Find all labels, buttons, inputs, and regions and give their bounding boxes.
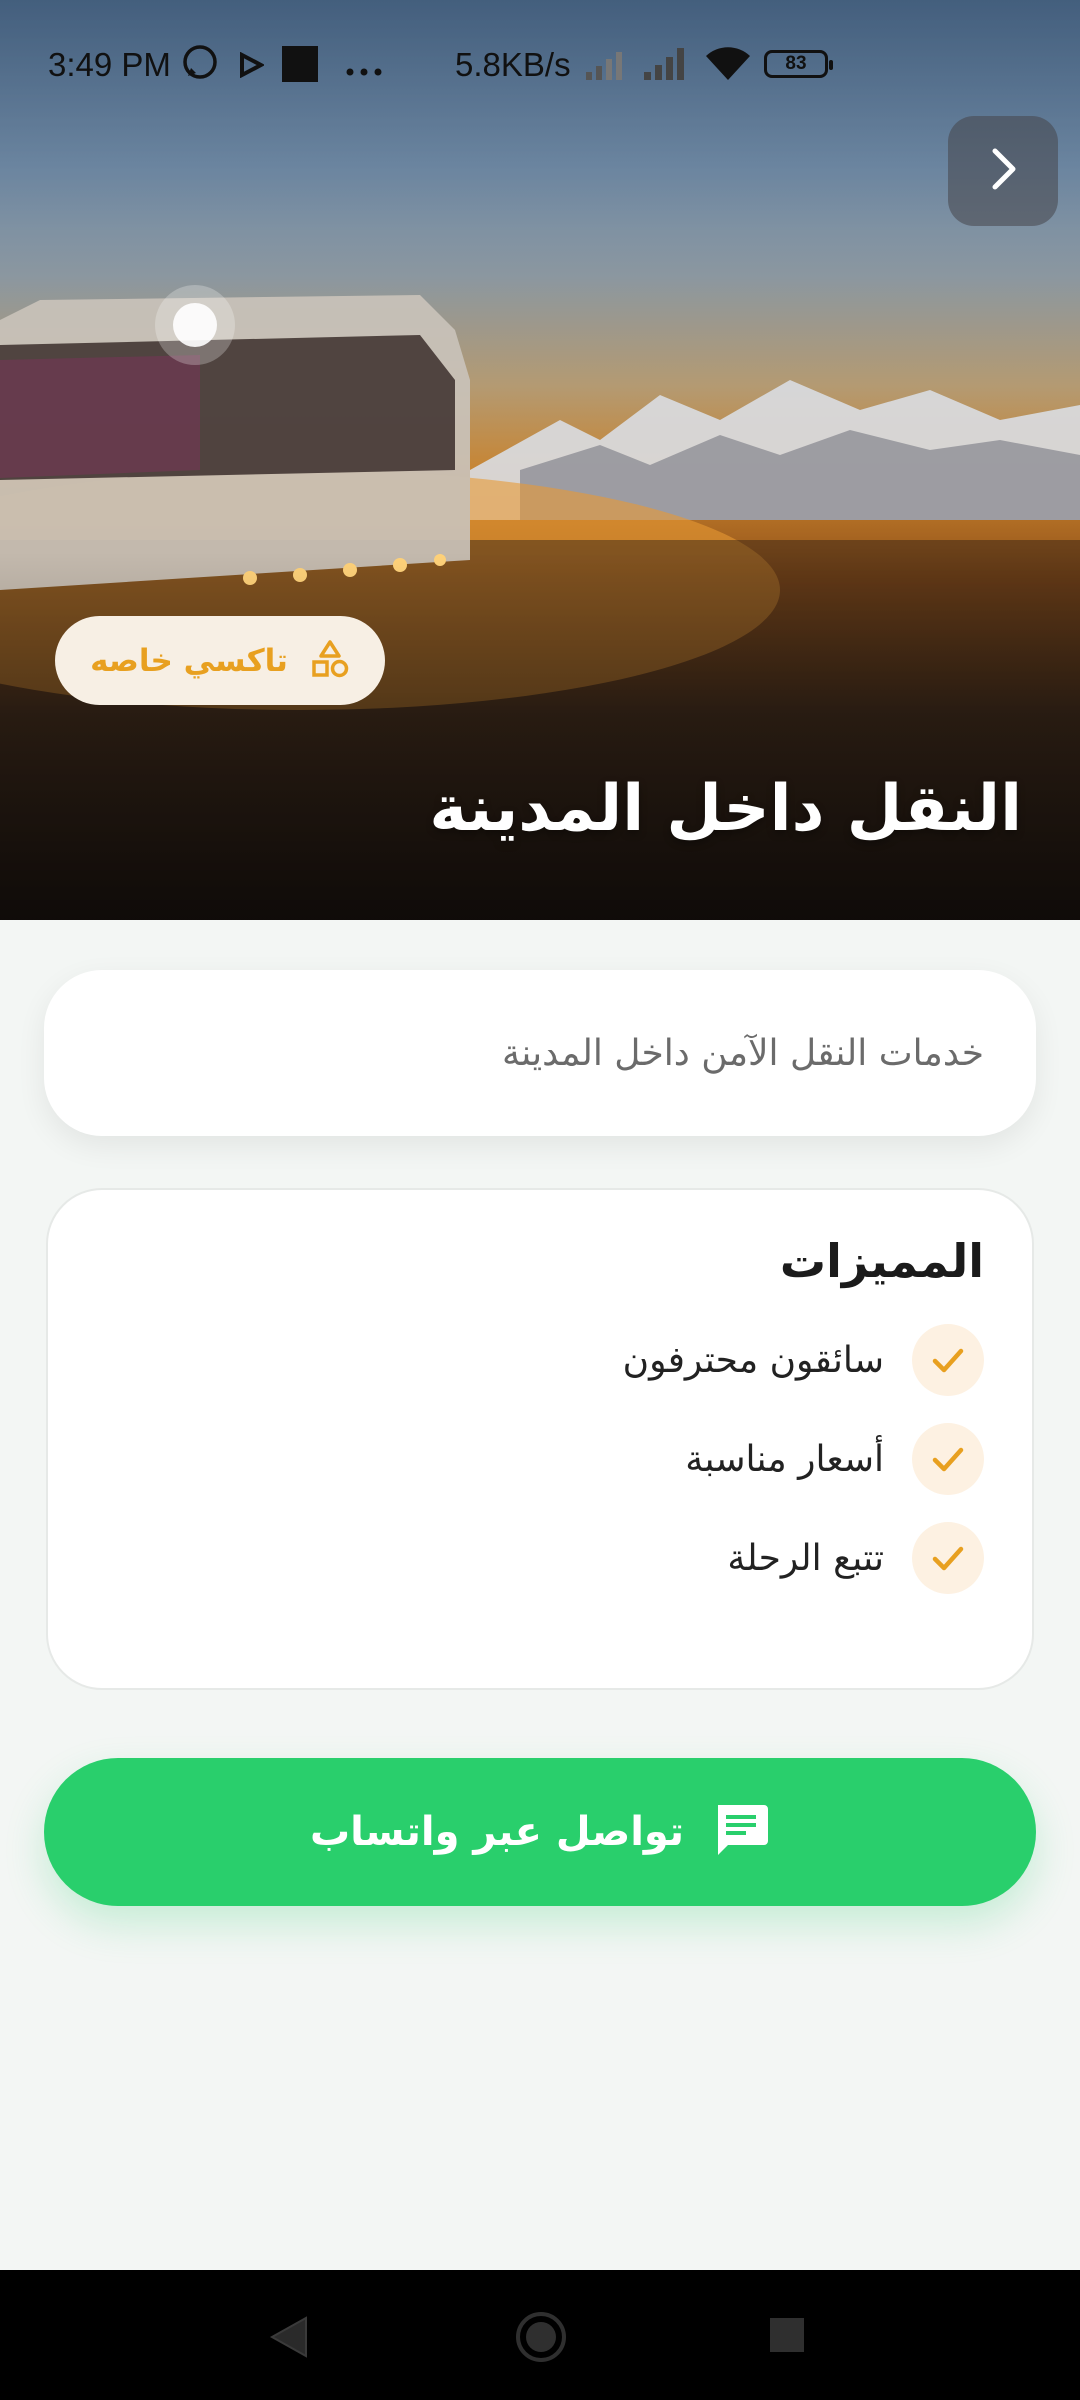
- more-notifications-icon: [344, 48, 384, 86]
- chat-icon: [712, 1801, 770, 1863]
- check-icon: [912, 1423, 984, 1495]
- check-icon: [912, 1522, 984, 1594]
- feature-label: سائقون محترفون: [622, 1339, 884, 1381]
- play-notification-icon: [238, 48, 266, 86]
- feature-label: أسعار مناسبة: [685, 1438, 884, 1480]
- nav-home-icon[interactable]: [514, 2310, 568, 2368]
- nav-recents-icon[interactable]: [768, 2316, 806, 2358]
- wifi-icon: [704, 44, 752, 90]
- whatsapp-contact-button[interactable]: تواصل عبر واتساب: [44, 1758, 1036, 1906]
- badge-label: تاكسي خاصه: [90, 642, 288, 679]
- feature-label: تتبع الرحلة: [727, 1537, 884, 1579]
- signal-weak-icon: [584, 46, 630, 88]
- description-card: خدمات النقل الآمن داخل المدينة: [44, 970, 1036, 1136]
- network-speed: 5.8KB/s: [455, 46, 571, 83]
- status-time: 3:49 PM: [48, 46, 171, 83]
- signal-icon: [642, 44, 692, 88]
- status-bar: 3:49 PM 5.8KB/s 83: [0, 0, 1080, 130]
- chevron-right-icon: [983, 145, 1023, 197]
- page-title: النقل داخل المدينة: [429, 772, 1022, 846]
- battery-indicator: 83: [764, 50, 833, 78]
- feature-item: أسعار مناسبة: [96, 1423, 984, 1495]
- feature-item: تتبع الرحلة: [96, 1522, 984, 1594]
- whatsapp-button-label: تواصل عبر واتساب: [309, 1809, 685, 1855]
- shapes-icon: [310, 639, 350, 683]
- nav-back-icon[interactable]: [268, 2314, 310, 2364]
- features-title: المميزات: [779, 1234, 984, 1288]
- check-icon: [912, 1324, 984, 1396]
- description-text: خدمات النقل الآمن داخل المدينة: [501, 1032, 984, 1074]
- back-button[interactable]: [948, 116, 1058, 226]
- system-navigation-bar: [0, 2270, 1080, 2400]
- feature-item: سائقون محترفون: [96, 1324, 984, 1396]
- category-badge: تاكسي خاصه: [55, 616, 385, 705]
- whatsapp-notification-icon: [180, 42, 220, 90]
- features-card: المميزات سائقون محترفون أسعار مناسبة تتب…: [46, 1188, 1034, 1690]
- square-notification-icon: [282, 46, 318, 90]
